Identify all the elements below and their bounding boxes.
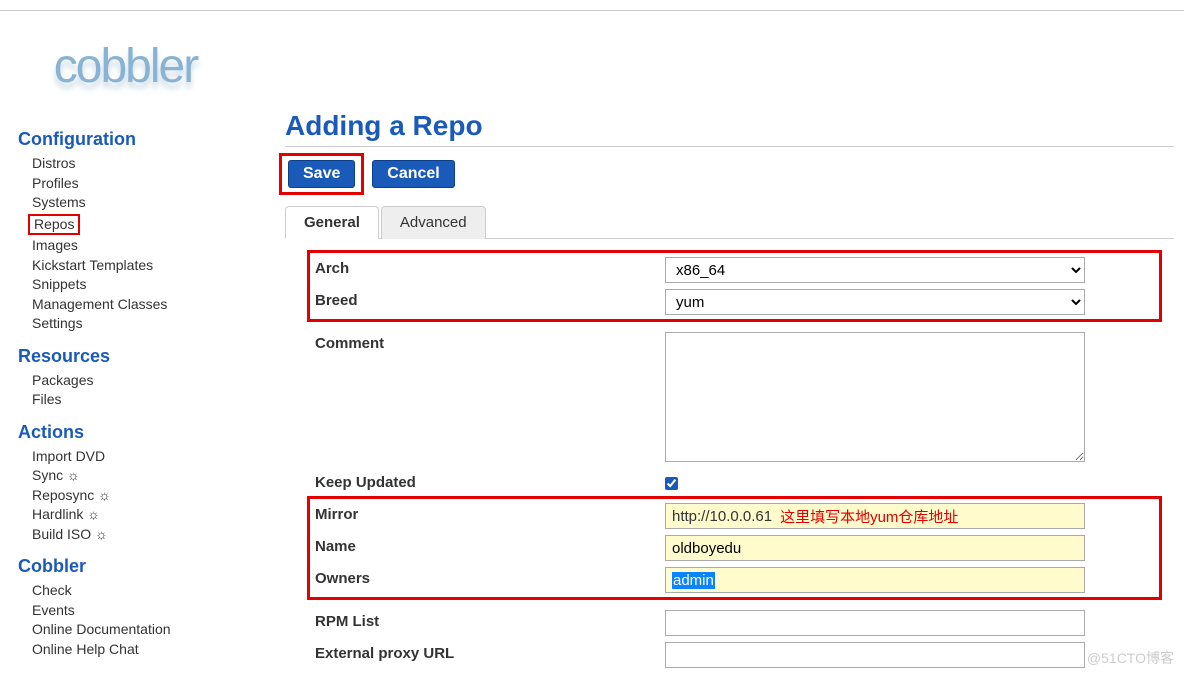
textarea-comment[interactable]	[665, 332, 1085, 462]
nav-management-classes[interactable]: Management Classes	[32, 295, 255, 315]
nav-reposync[interactable]: Reposync ☼	[32, 486, 255, 506]
label-comment: Comment	[315, 332, 665, 352]
nav-profiles[interactable]: Profiles	[32, 174, 255, 194]
label-breed: Breed	[315, 289, 665, 309]
main-content: Adding a Repo Save Cancel General Advanc…	[255, 11, 1184, 684]
label-external-proxy: External proxy URL	[315, 642, 665, 662]
nav-online-docs[interactable]: Online Documentation	[32, 620, 255, 640]
label-keep-updated: Keep Updated	[315, 471, 665, 491]
nav-hardlink[interactable]: Hardlink ☼	[32, 505, 255, 525]
sidebar: cobbler Configuration Distros Profiles S…	[0, 11, 255, 684]
select-breed[interactable]: yum	[665, 289, 1085, 315]
nav-online-help[interactable]: Online Help Chat	[32, 640, 255, 660]
label-name: Name	[315, 535, 665, 555]
nav-repos[interactable]: Repos	[28, 214, 80, 236]
cancel-button[interactable]: Cancel	[372, 160, 454, 188]
label-arch: Arch	[315, 257, 665, 277]
nav-section-configuration: Configuration	[18, 129, 255, 150]
tabs: General Advanced	[285, 205, 1174, 239]
tab-advanced[interactable]: Advanced	[381, 206, 486, 239]
input-rpm-list[interactable]	[665, 610, 1085, 636]
nav-packages[interactable]: Packages	[32, 371, 255, 391]
input-name[interactable]	[665, 535, 1085, 561]
watermark: @51CTO博客	[1087, 648, 1174, 668]
nav-import-dvd[interactable]: Import DVD	[32, 447, 255, 467]
nav-snippets[interactable]: Snippets	[32, 275, 255, 295]
label-rpm-list: RPM List	[315, 610, 665, 630]
label-mirror: Mirror	[315, 503, 665, 523]
select-arch[interactable]: x86_64	[665, 257, 1085, 283]
input-owners[interactable]: admin	[665, 567, 1085, 593]
nav-kickstart-templates[interactable]: Kickstart Templates	[32, 256, 255, 276]
nav-settings[interactable]: Settings	[32, 314, 255, 334]
input-mirror[interactable]: http://10.0.0.61 这里填写本地yum仓库地址	[665, 503, 1085, 529]
nav-files[interactable]: Files	[32, 390, 255, 410]
nav-sync[interactable]: Sync ☼	[32, 466, 255, 486]
nav-build-iso[interactable]: Build ISO ☼	[32, 525, 255, 545]
logo: cobbler	[18, 31, 233, 111]
nav-distros[interactable]: Distros	[32, 154, 255, 174]
nav-images[interactable]: Images	[32, 236, 255, 256]
checkbox-keep-updated[interactable]	[665, 477, 678, 490]
input-external-proxy[interactable]	[665, 642, 1085, 668]
nav-systems[interactable]: Systems	[32, 193, 255, 213]
nav-section-cobbler: Cobbler	[18, 556, 255, 577]
mirror-annotation: 这里填写本地yum仓库地址	[780, 506, 958, 527]
tab-general[interactable]: General	[285, 206, 379, 239]
nav-events[interactable]: Events	[32, 601, 255, 621]
label-owners: Owners	[315, 567, 665, 587]
nav-section-actions: Actions	[18, 422, 255, 443]
save-button[interactable]: Save	[288, 160, 355, 188]
page-title: Adding a Repo	[285, 106, 1174, 147]
nav-section-resources: Resources	[18, 346, 255, 367]
nav-check[interactable]: Check	[32, 581, 255, 601]
